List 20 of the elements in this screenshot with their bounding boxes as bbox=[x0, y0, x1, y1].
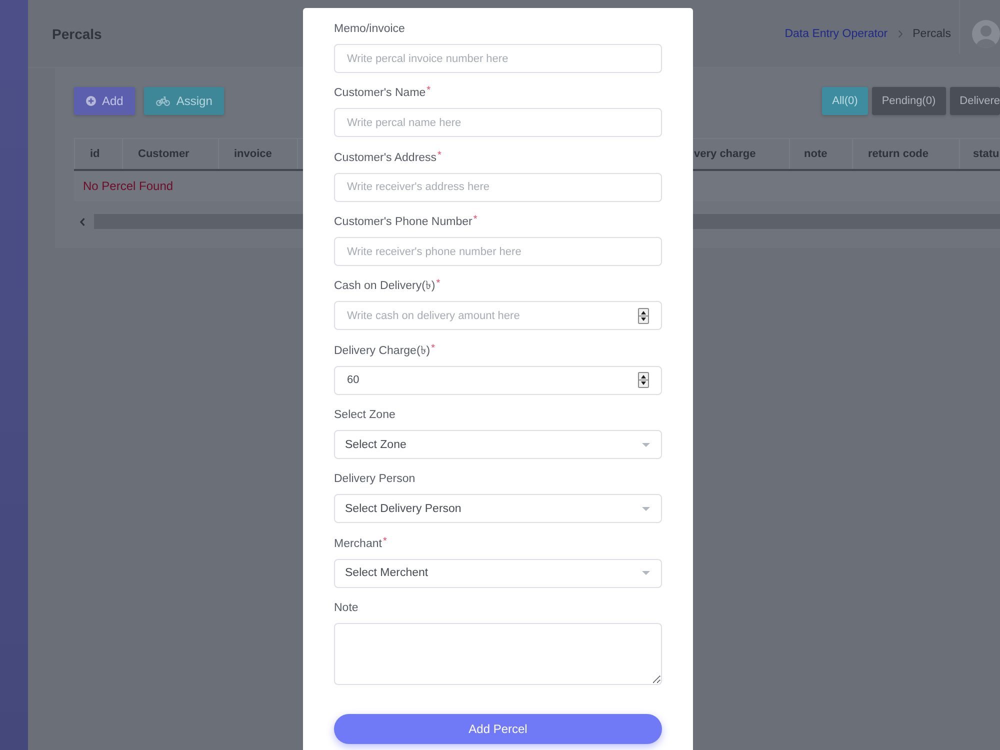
column-header: statu bbox=[959, 139, 1000, 169]
field-label: Customer's Address* bbox=[334, 150, 442, 166]
field-label: Note bbox=[334, 601, 358, 616]
field-label: Merchant* bbox=[334, 536, 387, 552]
column-header: invoice bbox=[218, 139, 298, 169]
field-label: Customer's Name* bbox=[334, 85, 431, 102]
empty-message: No Percel Found bbox=[83, 179, 174, 193]
column-header: Customer bbox=[122, 139, 218, 169]
field-label: Delivery Person bbox=[334, 472, 416, 488]
field-label: Delivery Charge(৳)* bbox=[334, 342, 436, 359]
field-label: Cash on Delivery(৳)* bbox=[334, 278, 440, 294]
column-header: note bbox=[789, 139, 852, 169]
field-label: Select Zone bbox=[334, 408, 396, 424]
page-title: Percals bbox=[52, 26, 102, 42]
field-label: Customer's Phone Number* bbox=[334, 214, 478, 230]
field-label: Memo/invoice bbox=[334, 22, 405, 37]
column-header: very charge bbox=[693, 147, 757, 162]
breadcrumb-current: Percals bbox=[912, 28, 951, 40]
column-header: id bbox=[74, 139, 122, 169]
column-header: return code bbox=[852, 139, 959, 169]
